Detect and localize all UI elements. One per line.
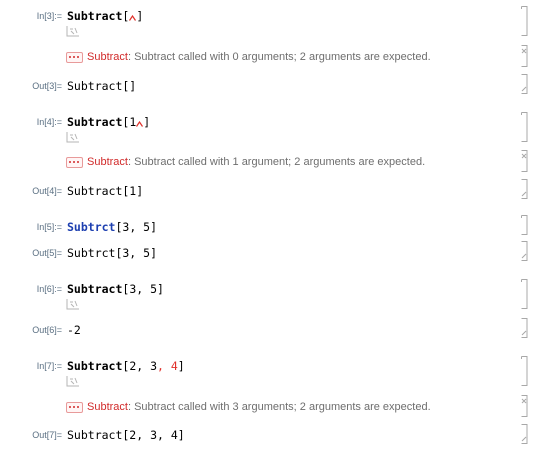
input-label: In[7]:=: [36, 361, 62, 371]
output-label: Out[5]=: [32, 248, 62, 258]
message-symbol: Subtract: [87, 401, 128, 413]
function-name: Subtract: [67, 9, 123, 23]
output-bracket-icon[interactable]: [521, 74, 528, 94]
suggestion-bar-icon[interactable]: [66, 130, 80, 148]
function-name: Subtract: [67, 115, 123, 129]
input-args-close: ]: [177, 359, 185, 373]
message-text: : Subtract called with 1 argument; 2 arg…: [127, 156, 426, 168]
input-args: [1: [122, 115, 137, 129]
missing-argument-caret-icon: [136, 116, 144, 127]
message-bracket-icon[interactable]: [521, 395, 528, 417]
message-text: : Subtract called with 3 arguments; 2 ar…: [127, 401, 431, 413]
message-dots-icon[interactable]: [66, 156, 83, 168]
cell-bracket-icon[interactable]: [521, 279, 528, 309]
output-cell: Subtrct[3, 5]: [67, 246, 158, 260]
output-cell: Subtract[1]: [67, 184, 144, 198]
message-dots-icon[interactable]: [66, 51, 83, 63]
input-label: In[6]:=: [36, 284, 62, 294]
function-name: Subtract: [67, 359, 123, 373]
message-line: Subtract: Subtract called with 1 argumen…: [66, 156, 425, 168]
extra-argument: , 4: [157, 359, 178, 373]
cell-bracket-icon[interactable]: [521, 6, 528, 36]
output-cell: -2: [67, 323, 81, 337]
message-symbol: Subtract: [87, 156, 128, 168]
input-args-close: ]: [136, 9, 144, 23]
output-label: Out[3]=: [32, 81, 62, 91]
message-bracket-icon[interactable]: [521, 150, 528, 172]
suggestion-bar-icon[interactable]: [66, 297, 80, 315]
message-line: Subtract: Subtract called with 0 argumen…: [66, 51, 431, 63]
input-args: [2, 3: [122, 359, 158, 373]
output-bracket-icon[interactable]: [521, 424, 528, 444]
input-label: In[3]:=: [36, 11, 62, 21]
message-dots-icon[interactable]: [66, 401, 83, 413]
function-name: Subtract: [67, 282, 123, 296]
suggestion-bar-icon[interactable]: [66, 24, 80, 42]
output-cell: Subtract[2, 3, 4]: [67, 428, 185, 442]
input-cell[interactable]: Subtract[2, 3, 4]: [67, 359, 185, 373]
output-label: Out[7]=: [32, 430, 62, 440]
output-cell: Subtract[]: [67, 79, 137, 93]
output-label: Out[6]=: [32, 325, 62, 335]
cell-bracket-icon[interactable]: [521, 112, 528, 142]
notebook: In[3]:= Subtract[] Subtract: Subtract ca…: [0, 0, 540, 449]
message-line: Subtract: Subtract called with 3 argumen…: [66, 401, 431, 413]
message-text: : Subtract called with 0 arguments; 2 ar…: [127, 51, 431, 63]
input-cell[interactable]: Subtract[]: [67, 9, 143, 23]
suggestion-bar-icon[interactable]: [66, 374, 80, 392]
input-args: [3, 5]: [115, 220, 158, 234]
output-bracket-icon[interactable]: [521, 318, 528, 338]
output-label: Out[4]=: [32, 186, 62, 196]
input-label: In[4]:=: [36, 117, 62, 127]
input-args: [: [122, 9, 130, 23]
output-bracket-icon[interactable]: [521, 241, 528, 261]
input-cell[interactable]: Subtrct[3, 5]: [67, 220, 157, 234]
undefined-function-name: Subtrct: [67, 220, 116, 234]
input-args-close: ]: [143, 115, 151, 129]
input-cell[interactable]: Subtract[1]: [67, 115, 150, 129]
output-bracket-icon[interactable]: [521, 179, 528, 199]
cell-bracket-icon[interactable]: [521, 356, 528, 386]
cell-bracket-icon[interactable]: [521, 215, 528, 235]
input-label: In[5]:=: [36, 222, 62, 232]
message-bracket-icon[interactable]: [521, 45, 528, 67]
missing-argument-caret-icon: [129, 10, 137, 21]
input-args: [3, 5]: [122, 282, 164, 296]
message-symbol: Subtract: [87, 51, 128, 63]
input-cell[interactable]: Subtract[3, 5]: [67, 282, 164, 296]
